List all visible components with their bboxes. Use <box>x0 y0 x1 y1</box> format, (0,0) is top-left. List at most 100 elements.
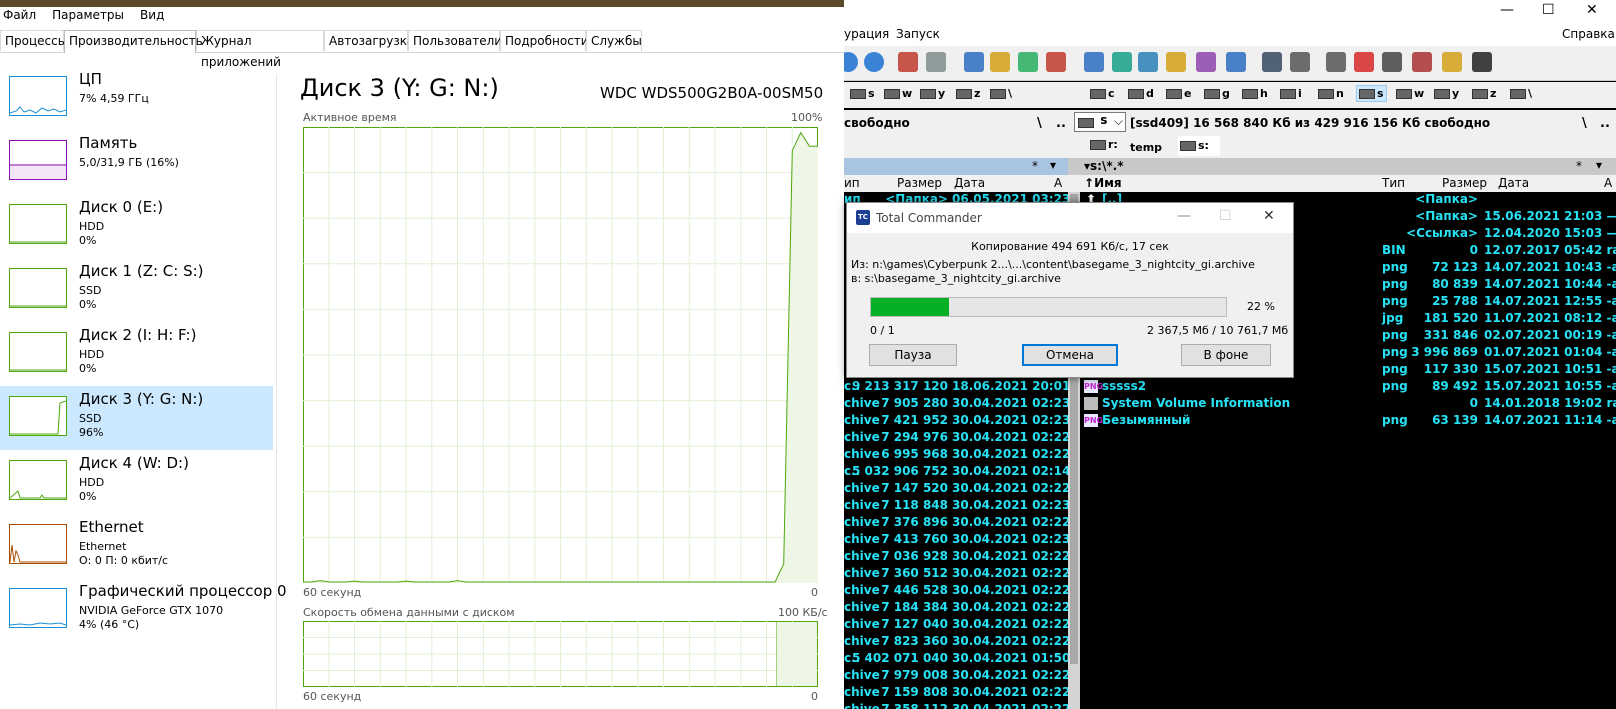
file-row[interactable]: System Volume Information 0 14.01.2018 19:… <box>1080 396 1616 413</box>
left-up-button[interactable]: .. <box>1056 116 1066 131</box>
resource-item[interactable]: Диск 4 (W: D:) HDD 0% <box>0 450 273 514</box>
tab-r[interactable]: r: <box>1090 138 1118 156</box>
left-col-date[interactable]: Дата <box>954 176 985 190</box>
tab-users[interactable]: Пользователи <box>408 30 502 51</box>
left-drive-button[interactable]: \ <box>990 87 1012 100</box>
file-row[interactable]: chive 7 184 384 30.04.2021 02:22 <box>844 600 1070 617</box>
compare-icon[interactable] <box>1138 52 1158 72</box>
left-col-attr[interactable]: А <box>1054 176 1062 190</box>
url-icon[interactable] <box>926 52 946 72</box>
right-col-name[interactable]: ↑Имя <box>1084 176 1122 190</box>
resource-item[interactable]: Диск 2 (I: H: F:) HDD 0% <box>0 322 273 386</box>
background-button[interactable]: В фоне <box>1181 344 1271 366</box>
right-drive-button[interactable]: z <box>1472 87 1496 100</box>
pause-button[interactable]: Пауза <box>869 344 957 366</box>
minimize-icon[interactable]: — <box>1500 2 1514 18</box>
file-row[interactable]: chive 7 294 976 30.04.2021 02:22 <box>844 430 1070 447</box>
resource-item[interactable]: Диск 3 (Y: G: N:) SSD 96% <box>0 386 273 450</box>
notepad-icon[interactable] <box>1442 52 1462 72</box>
left-drive-button[interactable]: y <box>920 87 945 100</box>
right-col-date[interactable]: Дата <box>1498 176 1529 190</box>
file-row[interactable]: chive 7 127 040 30.04.2021 02:22 <box>844 617 1070 634</box>
archive-icon[interactable] <box>1046 52 1066 72</box>
tree-icon[interactable] <box>990 52 1010 72</box>
app-icon[interactable] <box>1412 52 1432 72</box>
file-row[interactable]: chive 6 995 968 30.04.2021 02:22 <box>844 447 1070 464</box>
file-row[interactable]: chive 7 360 512 30.04.2021 02:22 <box>844 566 1070 583</box>
right-drive-button[interactable]: d <box>1128 87 1154 100</box>
menu-file[interactable]: Файл <box>3 8 36 28</box>
resource-item[interactable]: ЦП 7% 4,59 ГГц <box>0 66 273 130</box>
right-drive-button[interactable]: i <box>1280 87 1302 100</box>
search-icon[interactable] <box>964 52 984 72</box>
terminal-icon[interactable] <box>1472 52 1492 72</box>
right-filter-star[interactable]: * <box>1576 159 1582 173</box>
chevron-down-icon[interactable]: ▾ <box>1050 158 1056 172</box>
file-row[interactable]: chive 7 036 928 30.04.2021 02:22 <box>844 549 1070 566</box>
edit-icon[interactable] <box>1112 52 1132 72</box>
file-row[interactable]: PNGБезымянный png 63 139 14.07.2021 11:14 -… <box>1080 413 1616 430</box>
right-drive-button[interactable]: c <box>1090 87 1115 100</box>
resource-item[interactable]: Графический процессор 0 NVIDIA GeForce GT… <box>0 578 287 642</box>
flash-icon[interactable] <box>1382 52 1402 72</box>
file-row[interactable]: chive 7 159 808 30.04.2021 02:22 <box>844 685 1070 702</box>
menu-options[interactable]: Параметры <box>52 8 124 28</box>
ftp-icon[interactable] <box>898 52 918 72</box>
tab-startup[interactable]: Автозагрузка <box>324 30 414 51</box>
close-icon[interactable]: ✕ <box>1263 208 1275 224</box>
left-drive-button[interactable]: s <box>850 87 875 100</box>
right-root-button[interactable]: \ <box>1582 116 1587 131</box>
right-col-type[interactable]: Тип <box>1382 176 1405 190</box>
right-drive-select[interactable]: s ⌵ <box>1074 112 1126 132</box>
right-col-size[interactable]: Размер <box>1442 176 1487 190</box>
left-root-button[interactable]: \ <box>1037 116 1042 131</box>
menu-run[interactable]: Запуск <box>896 27 940 41</box>
plugin-icon[interactable] <box>1262 52 1282 72</box>
file-row[interactable]: c.. 5 032 906 752 30.04.2021 02:14 <box>844 464 1070 481</box>
tab-services[interactable]: Службы <box>586 30 642 51</box>
tab-temp[interactable]: temp <box>1130 138 1162 159</box>
file-row[interactable]: chive 7 147 520 30.04.2021 02:22 <box>844 481 1070 498</box>
sync-icon[interactable] <box>1018 52 1038 72</box>
left-drive-button[interactable]: w <box>884 87 912 100</box>
left-col-size[interactable]: Размер <box>897 176 942 190</box>
refresh-icon[interactable] <box>844 52 858 72</box>
file-row[interactable]: PNGsssss2 png 89 492 15.07.2021 10:55 -а <box>1080 379 1616 396</box>
tab-processes[interactable]: Процессы <box>0 30 67 51</box>
right-col-attr[interactable]: А <box>1604 176 1612 190</box>
resource-item[interactable]: Память 5,0/31,9 ГБ (16%) <box>0 130 273 194</box>
network-icon[interactable] <box>1226 52 1246 72</box>
menu-view[interactable]: Вид <box>140 8 164 28</box>
maximize-icon[interactable]: ☐ <box>1542 2 1555 18</box>
left-filter-star[interactable]: * <box>1032 159 1038 173</box>
view-icon[interactable] <box>1084 52 1104 72</box>
device-icon[interactable] <box>1290 52 1310 72</box>
forward-icon[interactable] <box>864 52 884 72</box>
right-drive-button[interactable]: h <box>1242 87 1268 100</box>
monitor-icon[interactable] <box>1196 52 1216 72</box>
file-row[interactable]: c.. 5 402 071 040 30.04.2021 01:50 <box>844 651 1070 668</box>
file-row[interactable]: chive 7 905 280 30.04.2021 02:23 <box>844 396 1070 413</box>
resource-item[interactable]: Диск 1 (Z: C: S:) SSD 0% <box>0 258 273 322</box>
minimize-icon[interactable]: — <box>1177 208 1191 224</box>
file-row[interactable]: chive 7 376 896 30.04.2021 02:22 <box>844 515 1070 532</box>
tools-icon[interactable] <box>1166 52 1186 72</box>
left-drive-button[interactable]: z <box>956 87 980 100</box>
resource-item[interactable]: Ethernet Ethernet О: 0 П: 0 кбит/с <box>0 514 273 578</box>
right-drive-button[interactable]: w <box>1396 87 1424 100</box>
right-drive-button[interactable]: e <box>1166 87 1191 100</box>
menu-configuration[interactable]: урация <box>844 27 889 41</box>
file-row[interactable]: chive 7 118 848 30.04.2021 02:23 <box>844 498 1070 515</box>
resource-item[interactable]: Диск 0 (E:) HDD 0% <box>0 194 273 258</box>
file-row[interactable]: chive 7 413 760 30.04.2021 02:23 <box>844 532 1070 549</box>
grid-icon[interactable] <box>1326 52 1346 72</box>
close-icon[interactable]: ✕ <box>1586 2 1598 18</box>
file-row[interactable]: c.. 9 213 317 120 18.06.2021 20:01 <box>844 379 1070 396</box>
file-row[interactable]: chive 7 421 952 30.04.2021 02:23 <box>844 413 1070 430</box>
file-row[interactable]: chive 7 979 008 30.04.2021 02:22 <box>844 668 1070 685</box>
right-up-button[interactable]: .. <box>1600 116 1610 131</box>
left-col-type[interactable]: ип <box>844 176 860 190</box>
right-drive-button[interactable]: g <box>1204 87 1230 100</box>
right-drive-button[interactable]: n <box>1318 87 1344 100</box>
right-drive-button[interactable]: \ <box>1510 87 1532 100</box>
